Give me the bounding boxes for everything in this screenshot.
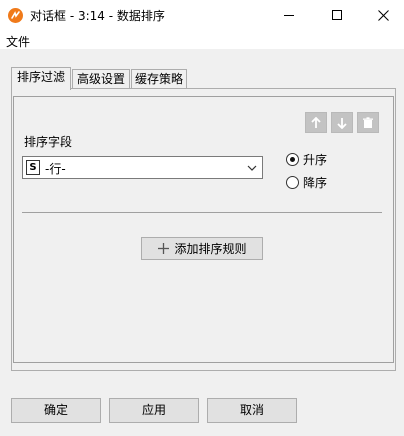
maximize-icon <box>331 10 342 20</box>
radio-descending[interactable]: 降序 <box>286 173 327 191</box>
move-up-button[interactable] <box>305 112 327 133</box>
tab-sort-filter[interactable]: 排序过滤 <box>11 67 71 90</box>
radio-ascending-dot[interactable] <box>286 152 299 166</box>
title-bar: 对话框 - 3:14 - 数据排序 <box>0 0 404 31</box>
window-title: 对话框 - 3:14 - 数据排序 <box>30 9 165 23</box>
chevron-down-icon <box>247 165 257 171</box>
close-button[interactable] <box>360 0 404 31</box>
trash-icon <box>363 116 373 128</box>
minimize-icon <box>283 15 294 16</box>
close-icon <box>377 10 389 21</box>
radio-ascending[interactable]: 升序 <box>286 150 327 168</box>
cancel-button[interactable]: 取消 <box>207 398 297 423</box>
delete-rule-button[interactable] <box>357 112 379 133</box>
app-logo-icon <box>8 8 23 23</box>
radio-descending-dot[interactable] <box>286 175 299 189</box>
move-down-button[interactable] <box>331 112 353 133</box>
tab-advanced-settings[interactable]: 高级设置 <box>72 69 130 89</box>
divider <box>22 212 382 213</box>
add-sort-rule-label: 添加排序规则 <box>174 242 247 256</box>
add-sort-rule-button[interactable]: 添加排序规则 <box>141 237 263 260</box>
sort-field-value: -行- <box>45 162 66 176</box>
apply-button[interactable]: 应用 <box>109 398 199 423</box>
menu-file[interactable]: 文件 <box>6 33 30 50</box>
string-type-badge: S <box>26 160 40 175</box>
maximize-button[interactable] <box>314 0 360 31</box>
menu-bar: 文件 <box>0 31 404 49</box>
minimize-button[interactable] <box>266 0 312 31</box>
tab-cache-strategy[interactable]: 缓存策略 <box>131 69 187 89</box>
radio-descending-label: 降序 <box>303 175 328 190</box>
sort-field-select[interactable]: S -行- <box>22 156 263 179</box>
arrow-down-icon <box>337 117 347 129</box>
arrow-up-icon <box>311 116 321 128</box>
radio-ascending-label: 升序 <box>303 152 328 167</box>
ok-button[interactable]: 确定 <box>11 398 101 423</box>
sort-field-label: 排序字段 <box>24 135 73 149</box>
plus-icon <box>158 243 170 254</box>
